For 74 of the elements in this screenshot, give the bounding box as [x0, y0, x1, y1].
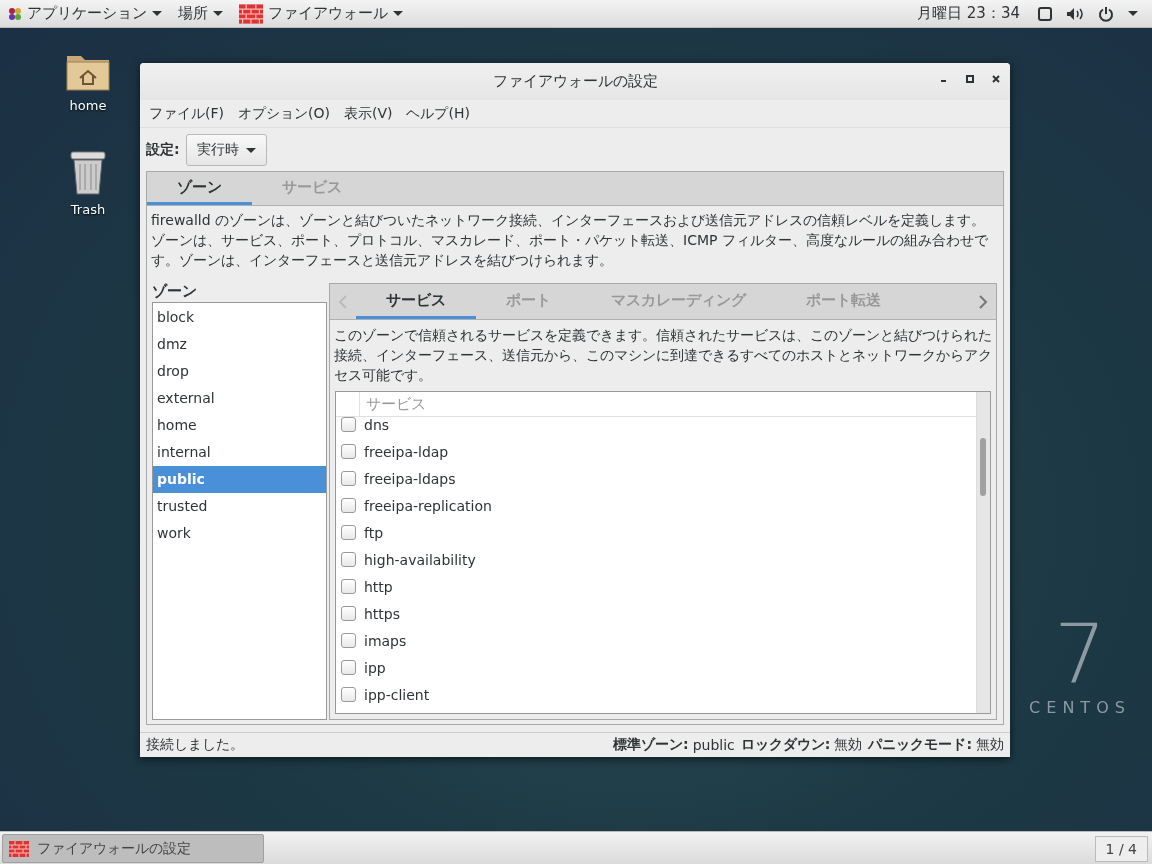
firewall-icon — [239, 1, 263, 26]
status-value: 無効 — [834, 736, 863, 754]
caret-icon — [1128, 11, 1138, 16]
checkbox[interactable] — [341, 444, 356, 459]
config-dropdown[interactable]: 実行時 — [185, 134, 267, 166]
checkbox[interactable] — [341, 417, 356, 432]
service-name: imaps — [364, 632, 407, 649]
status-message: 接続しました。 — [146, 736, 244, 754]
checkbox[interactable] — [341, 606, 356, 621]
zone-item[interactable]: drop — [153, 358, 326, 385]
zone-item[interactable]: dmz — [153, 331, 326, 358]
service-name: ftp — [364, 524, 384, 541]
checkbox[interactable] — [341, 498, 356, 513]
desktop-icon-label: Trash — [70, 202, 106, 217]
scrollbar[interactable] — [976, 392, 990, 713]
checkbox[interactable] — [341, 471, 356, 486]
service-name: http — [364, 578, 393, 595]
zone-item[interactable]: home — [153, 412, 326, 439]
status-value: public — [692, 737, 735, 753]
power-icon[interactable] — [1098, 5, 1114, 22]
maximize-icon[interactable] — [966, 75, 974, 83]
menu-item[interactable]: 表示(V) — [336, 104, 400, 123]
firewall-icon — [9, 838, 29, 859]
status-label: パニックモード: — [868, 736, 972, 754]
zone-item[interactable]: work — [153, 520, 326, 547]
menu-item[interactable]: オプション(O) — [231, 104, 337, 123]
caret-icon — [213, 11, 223, 16]
tab[interactable]: サービス — [356, 284, 476, 319]
zone-item[interactable]: block — [153, 304, 326, 331]
config-label: 設定: — [146, 141, 180, 159]
service-name: ipp — [364, 659, 386, 676]
app-menu[interactable]: ファイアウォール — [268, 4, 388, 23]
service-name: high-availability — [364, 551, 476, 568]
service-name: freeipa-ldaps — [364, 470, 456, 487]
checkbox[interactable] — [341, 579, 356, 594]
desktop-icon-label: home — [69, 98, 107, 113]
scroll-right-icon[interactable] — [978, 293, 988, 310]
menu-item[interactable]: ファイル(F) — [142, 104, 231, 123]
close-icon[interactable] — [992, 75, 1000, 83]
zones-heading: ゾーン — [152, 281, 198, 302]
clock[interactable]: 月曜日 23：34 — [917, 4, 1020, 23]
status-label: 標準ゾーン: — [613, 736, 689, 754]
trash-icon[interactable] — [68, 150, 108, 196]
zone-item[interactable]: external — [153, 385, 326, 412]
service-name: dns — [364, 417, 390, 433]
service-name: ipp-client — [364, 686, 430, 703]
apps-icon — [8, 6, 22, 21]
zone-item[interactable]: internal — [153, 439, 326, 466]
zone-item[interactable]: trusted — [153, 493, 326, 520]
service-name: freeipa-replication — [364, 497, 492, 514]
service-name: freeipa-ldap — [364, 443, 449, 460]
checkbox[interactable] — [341, 660, 356, 675]
window-icon[interactable] — [1038, 6, 1052, 21]
logo-number: 7 — [1053, 612, 1107, 698]
applications-menu[interactable]: アプリケーション — [27, 4, 147, 23]
taskbar-window-button[interactable]: ファイアウォールの設定 — [2, 834, 264, 863]
volume-icon[interactable] — [1066, 6, 1084, 21]
menu-item[interactable]: ヘルプ(H) — [399, 104, 477, 123]
window-title: ファイアウォールの設定 — [492, 72, 658, 91]
workspace-indicator[interactable]: 1 / 4 — [1094, 835, 1148, 862]
checkbox[interactable] — [341, 525, 356, 540]
status-value: 無効 — [976, 736, 1004, 754]
zone-description: firewalld のゾーンは、ゾーンと結びついたネットワーク接続、インターフェースおよび送信元アドレスの信頼レベルを定義します。ゾーンは、サービス、ポート、プロトコル、マスカレード、ポート・パケット転送、ICMP フィルター、高度なルールの組み合わせです。ゾーンは、インターフェースと送信元アドレスを結びつけられます。 — [147, 206, 1003, 276]
checkbox[interactable] — [341, 633, 356, 648]
checkbox[interactable] — [341, 552, 356, 567]
caret-icon — [245, 147, 256, 153]
logo-name: CENTOS — [1029, 698, 1131, 717]
service-name: https — [364, 605, 401, 622]
caret-icon — [152, 11, 162, 16]
checkbox[interactable] — [341, 687, 356, 702]
places-menu[interactable]: 場所 — [178, 4, 208, 23]
caret-icon — [393, 11, 403, 16]
services-description: このゾーンで信頼されるサービスを定義できます。信頼されたサービスは、このゾーンと結びつけられた接続、インターフェース、送信元から、このマシンに到達できるすべてのホストとネットワークからアクセス可能です。 — [333, 326, 993, 385]
status-label: ロックダウン: — [740, 736, 831, 754]
